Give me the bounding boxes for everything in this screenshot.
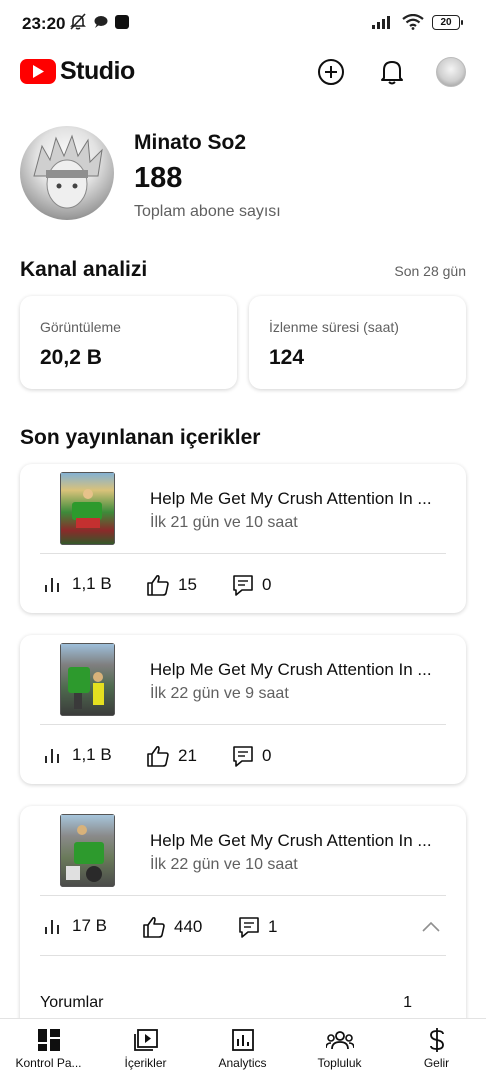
notifications-button[interactable]: [377, 57, 407, 87]
channel-avatar[interactable]: [20, 126, 114, 220]
divider: [40, 895, 446, 896]
account-button[interactable]: [436, 57, 466, 87]
metric-label: İzlenme süresi (saat): [269, 319, 399, 335]
nav-label: Kontrol Pa...: [15, 1056, 82, 1070]
chat-bubble-icon: [94, 15, 108, 28]
divider: [40, 955, 446, 956]
likes-count: 440: [174, 917, 203, 936]
metric-card-views[interactable]: Görüntüleme 20,2 B: [20, 296, 237, 389]
nav-label: İçerikler: [124, 1056, 167, 1070]
views-count: 1,1 B: [72, 574, 112, 593]
status-bar: 23:20 20: [0, 0, 486, 46]
video-title: Help Me Get My Crush Attention In ...: [150, 489, 432, 508]
comments-label: Yorumlar: [40, 994, 104, 1011]
divider: [40, 724, 446, 725]
content-icon: [133, 1029, 158, 1051]
nav-analytics[interactable]: Analytics: [194, 1019, 291, 1081]
analytics-period: Son 28 gün: [394, 263, 466, 279]
subscriber-count: 188: [134, 162, 183, 194]
nav-earn[interactable]: Gelir: [388, 1019, 485, 1081]
comments-count: 0: [262, 575, 272, 594]
status-time: 23:20: [22, 14, 66, 33]
logo-text: Studio: [60, 57, 135, 85]
divider: [40, 553, 446, 554]
app-square-icon: [115, 14, 129, 29]
bar-chart-icon: [45, 920, 59, 934]
nav-content[interactable]: İçerikler: [97, 1019, 194, 1081]
recent-content-title: Son yayınlanan içerikler: [20, 426, 261, 449]
thumb-up-icon: [147, 574, 169, 596]
battery-indicator: 20: [432, 14, 463, 30]
bar-chart-icon: [45, 749, 59, 763]
views-stat: 17 B: [44, 916, 107, 936]
comment-icon: [239, 917, 259, 938]
wifi-icon: [402, 14, 424, 30]
video-thumbnail[interactable]: [60, 643, 115, 716]
app-bar: Studio: [0, 48, 486, 98]
youtube-play-icon: [20, 59, 56, 84]
video-card[interactable]: Help Me Get My Crush Attention In ... İl…: [20, 464, 466, 613]
likes-stat: 21: [146, 745, 197, 767]
community-icon: [325, 1031, 354, 1050]
chevron-up-icon: [422, 921, 440, 932]
metric-value: 20,2 B: [40, 346, 102, 369]
dashboard-icon: [37, 1029, 60, 1051]
likes-stat: 15: [146, 574, 197, 596]
studio-logo[interactable]: Studio: [20, 57, 135, 86]
analytics-title: Kanal analizi: [20, 258, 148, 281]
nav-label: Gelir: [423, 1056, 450, 1070]
earn-icon: [429, 1028, 444, 1052]
video-subtitle: İlk 22 gün ve 10 saat: [150, 856, 298, 873]
comments-stat: 0: [232, 745, 271, 767]
metric-label: Görüntüleme: [40, 319, 121, 335]
likes-count: 15: [178, 575, 197, 594]
thumb-up-icon: [147, 745, 169, 767]
video-subtitle: İlk 22 gün ve 9 saat: [150, 685, 289, 702]
nav-community[interactable]: Topluluk: [291, 1019, 388, 1081]
video-card[interactable]: Help Me Get My Crush Attention In ... İl…: [20, 635, 466, 784]
subscriber-label: Toplam abone sayısı: [134, 203, 281, 220]
metric-card-watch-time[interactable]: İzlenme süresi (saat) 124: [249, 296, 466, 389]
bar-chart-icon: [45, 578, 59, 592]
comment-icon: [233, 746, 253, 767]
views-stat: 1,1 B: [44, 745, 112, 765]
video-thumbnail[interactable]: [60, 814, 115, 887]
views-stat: 1,1 B: [44, 574, 112, 594]
collapse-button[interactable]: [420, 918, 442, 936]
status-notification-icons: [70, 13, 129, 30]
likes-stat: 440: [142, 916, 202, 938]
channel-header: Minato So2 188 Toplam abone sayısı: [20, 126, 466, 226]
create-button[interactable]: [316, 57, 346, 87]
likes-count: 21: [178, 746, 197, 765]
video-title: Help Me Get My Crush Attention In ...: [150, 660, 432, 679]
avatar: [436, 57, 466, 87]
video-thumbnail[interactable]: [60, 472, 115, 545]
bell-icon: [381, 61, 403, 85]
comments-summary-row[interactable]: Yorumlar 1: [40, 994, 412, 1012]
comments-count: 0: [262, 746, 272, 765]
video-subtitle: İlk 21 gün ve 10 saat: [150, 514, 298, 531]
comments-count: 1: [268, 917, 278, 936]
comments-total: 1: [403, 994, 412, 1011]
comments-stat: 0: [232, 574, 271, 596]
signal-icon: [372, 16, 390, 29]
views-count: 1,1 B: [72, 745, 112, 764]
nav-label: Topluluk: [317, 1056, 362, 1070]
add-circle-icon: [318, 59, 344, 85]
video-card-expanded[interactable]: Help Me Get My Crush Attention In ... İl…: [20, 806, 466, 1046]
video-title: Help Me Get My Crush Attention In ...: [150, 831, 432, 850]
nav-dashboard[interactable]: Kontrol Pa...: [0, 1019, 97, 1081]
muted-bell-icon: [70, 13, 86, 30]
comment-icon: [233, 575, 253, 596]
analytics-icon: [231, 1029, 254, 1051]
bottom-navigation: Kontrol Pa... İçerikler Analytics Toplul…: [0, 1018, 486, 1081]
comments-stat: 1: [238, 916, 277, 938]
thumb-up-icon: [143, 916, 165, 938]
nav-label: Analytics: [218, 1056, 267, 1070]
metric-value: 124: [269, 346, 305, 369]
channel-name: Minato So2: [134, 131, 247, 154]
views-count: 17 B: [72, 916, 107, 935]
